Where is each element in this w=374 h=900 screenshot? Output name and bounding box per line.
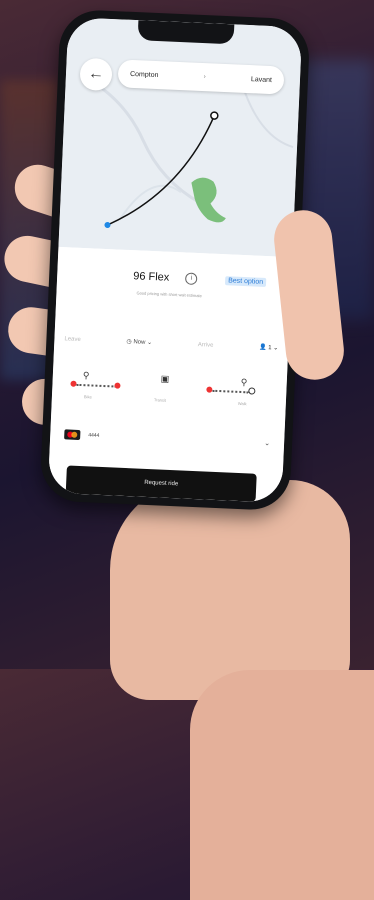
pickup-label: Leave — [64, 335, 81, 343]
bike-label: Bike — [83, 394, 92, 400]
payment-row[interactable]: 4444 ⌄ — [64, 429, 270, 448]
info-icon[interactable]: i — [185, 272, 198, 285]
palm — [110, 480, 350, 700]
request-ride-button[interactable]: Request ride — [65, 465, 257, 502]
time-value: Now — [133, 339, 146, 346]
track-mid-dot — [114, 382, 121, 389]
ride-name: 96 Flex — [132, 270, 170, 284]
camera-notch — [137, 20, 235, 45]
bike-icon[interactable]: ⚲ — [83, 370, 90, 381]
arrow-left-icon: ← — [87, 65, 105, 83]
chevron-down-icon: ⌄ — [264, 440, 271, 448]
park-area — [191, 177, 226, 223]
walk-track — [212, 389, 249, 394]
time-selector[interactable]: ◷ Now ⌄ — [126, 338, 152, 346]
mastercard-icon — [64, 429, 81, 441]
origin-pin — [104, 222, 111, 229]
best-option-badge: Best option — [224, 276, 267, 287]
mode-row: ⚲ ▣ ⚲ Bike Transit Walk — [70, 370, 271, 409]
origin-label: Compton — [129, 70, 159, 79]
destination-pin — [210, 111, 219, 120]
card-number: 4444 — [88, 432, 100, 439]
walk-icon[interactable]: ⚲ — [240, 377, 248, 388]
rider-count: 1 — [268, 345, 272, 352]
options-row: Leave ◷ Now ⌄ Arrive 👤 1 ⌄ — [64, 335, 278, 352]
wrist — [190, 670, 374, 900]
phone-screen: ← Compton › Lavant 96 Flex i Best option… — [47, 17, 303, 503]
transit-label: Transit — [153, 397, 167, 403]
bike-track — [76, 383, 117, 388]
route-separator: › — [203, 74, 206, 81]
rider-selector[interactable]: 👤 1 ⌄ — [259, 344, 278, 352]
dropoff-label: Arrive — [197, 341, 214, 349]
phone: ← Compton › Lavant 96 Flex i Best option… — [39, 8, 311, 512]
walk-label: Walk — [237, 400, 247, 407]
ride-sheet: 96 Flex i Best option Good pricing with … — [47, 246, 293, 503]
ride-title-row: 96 Flex i — [133, 270, 198, 285]
map[interactable] — [58, 17, 303, 258]
destination-label: Lavant — [250, 75, 273, 84]
ride-subtitle: Good pricing with short wait estimate — [136, 290, 202, 299]
track-end-ring — [248, 387, 256, 395]
bus-icon[interactable]: ▣ — [161, 373, 170, 384]
map-graphic — [85, 64, 294, 229]
